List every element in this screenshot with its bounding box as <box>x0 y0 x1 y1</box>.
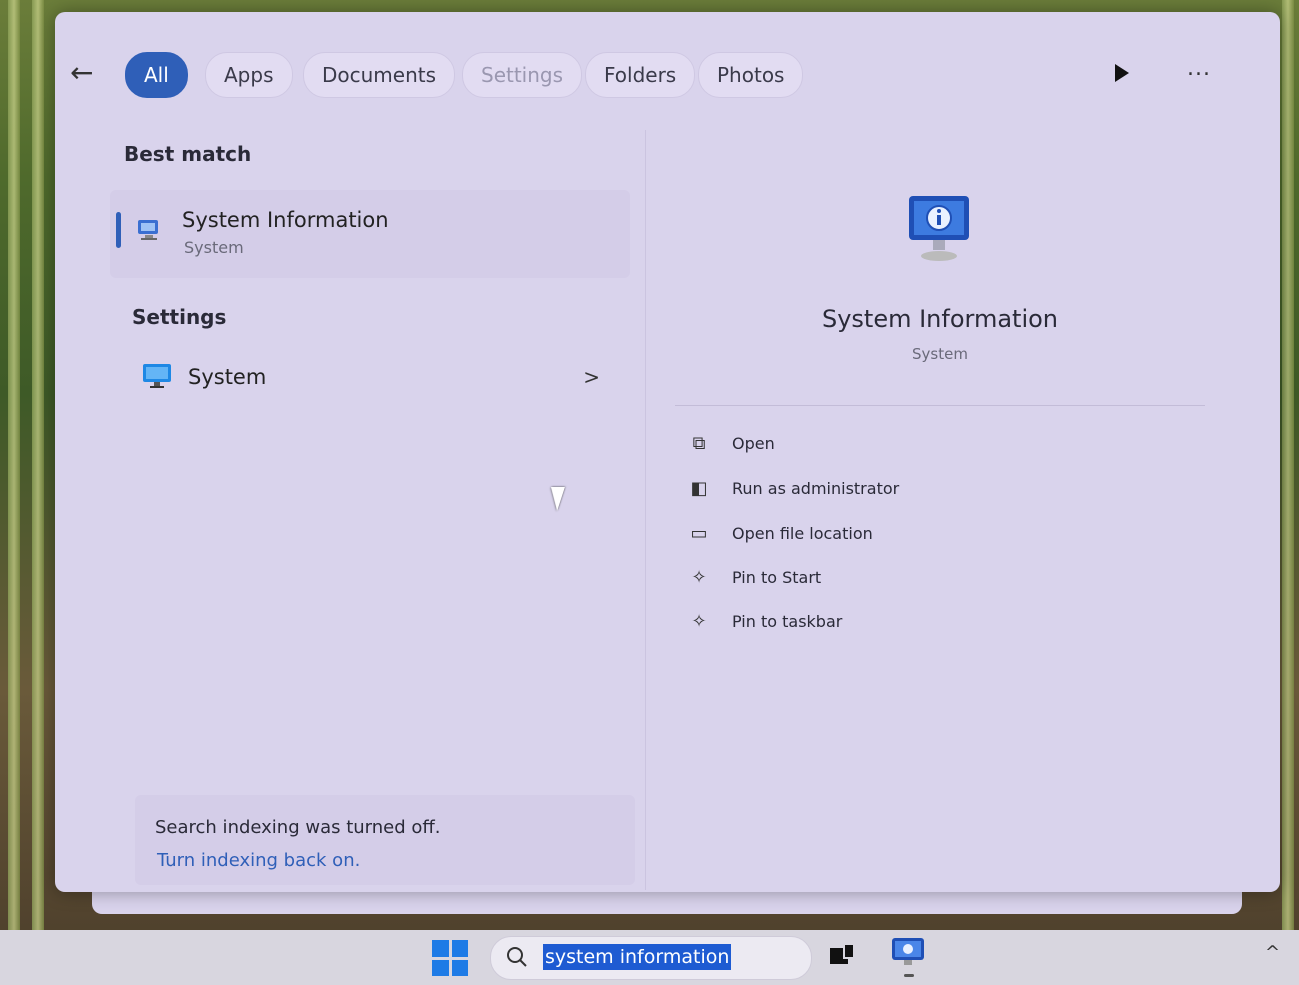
folder-icon: ▭ <box>690 523 708 544</box>
task-view-icon[interactable] <box>828 942 856 968</box>
filter-folders[interactable]: Folders <box>585 52 696 98</box>
best-match-title: System Information <box>182 208 389 232</box>
action-open-label: Open <box>732 434 775 453</box>
monitor-icon <box>143 364 171 388</box>
open-external-icon: ⧉ <box>692 433 706 454</box>
taskbar: system information ^ <box>0 930 1299 985</box>
mouse-cursor-icon <box>543 487 565 511</box>
best-match-heading: Best match <box>124 142 252 166</box>
pin-icon: ✧ <box>691 567 707 588</box>
search-icon <box>507 947 527 967</box>
action-pin-to-start-label: Pin to Start <box>732 568 822 587</box>
filter-photos[interactable]: Photos <box>698 52 804 98</box>
back-arrow-icon[interactable]: ← <box>70 56 104 90</box>
background-bamboo <box>1282 0 1294 985</box>
background-bamboo <box>32 0 44 985</box>
action-open-file-location[interactable]: ▭ Open file location <box>688 520 1088 552</box>
preview-divider <box>675 405 1205 406</box>
results-list: Best match System Information System Set… <box>110 130 640 890</box>
admin-shield-icon: ◧ <box>690 478 708 499</box>
action-open[interactable]: ⧉ Open <box>688 430 1088 462</box>
action-pin-to-taskbar-label: Pin to taskbar <box>732 612 843 631</box>
settings-result-label: System <box>188 365 267 389</box>
column-divider <box>645 130 646 890</box>
background-bamboo <box>8 0 20 985</box>
running-indicator <box>904 974 914 977</box>
preview-pane: System Information System ⧉ Open ◧ Run a… <box>660 130 1220 890</box>
action-run-as-admin-label: Run as administrator <box>732 479 900 498</box>
system-information-icon <box>138 220 158 240</box>
indexing-message: Search indexing was turned off. <box>155 817 441 838</box>
tray-chevron-up-icon[interactable]: ^ <box>1265 942 1280 963</box>
filter-all[interactable]: All <box>125 52 188 98</box>
system-information-taskbar-icon[interactable] <box>890 936 926 968</box>
filter-bar: ← All Apps Documents Settings Folders Ph… <box>70 40 1259 110</box>
more-options-button[interactable]: ... <box>1187 56 1211 81</box>
action-pin-to-start[interactable]: ✧ Pin to Start <box>688 564 1088 596</box>
indexing-notice: Search indexing was turned off. Turn ind… <box>135 795 635 885</box>
filter-settings[interactable]: Settings <box>462 52 583 98</box>
action-pin-to-taskbar[interactable]: ✧ Pin to taskbar <box>688 608 1088 640</box>
search-input[interactable]: system information <box>543 944 732 970</box>
chevron-right-icon: > <box>583 365 600 389</box>
pin-icon: ✧ <box>691 611 707 632</box>
turn-indexing-on-link[interactable]: Turn indexing back on. <box>157 850 360 871</box>
system-information-icon-large <box>909 196 969 261</box>
action-run-as-admin[interactable]: ◧ Run as administrator <box>688 475 1088 507</box>
filter-apps[interactable]: Apps <box>205 52 293 98</box>
action-open-file-location-label: Open file location <box>732 524 873 543</box>
selection-indicator <box>116 212 121 248</box>
play-icon[interactable] <box>1115 64 1129 82</box>
filter-documents[interactable]: Documents <box>303 52 456 98</box>
best-match-subtitle: System <box>184 238 244 257</box>
taskbar-search-box[interactable]: system information <box>490 936 812 980</box>
preview-app-subtitle: System <box>912 345 968 363</box>
best-match-item[interactable]: System Information System <box>110 190 630 278</box>
settings-result-system[interactable]: System > <box>110 345 630 401</box>
preview-app-title: System Information <box>821 305 1059 333</box>
settings-heading: Settings <box>132 305 227 329</box>
windows-start-icon[interactable] <box>432 940 468 976</box>
